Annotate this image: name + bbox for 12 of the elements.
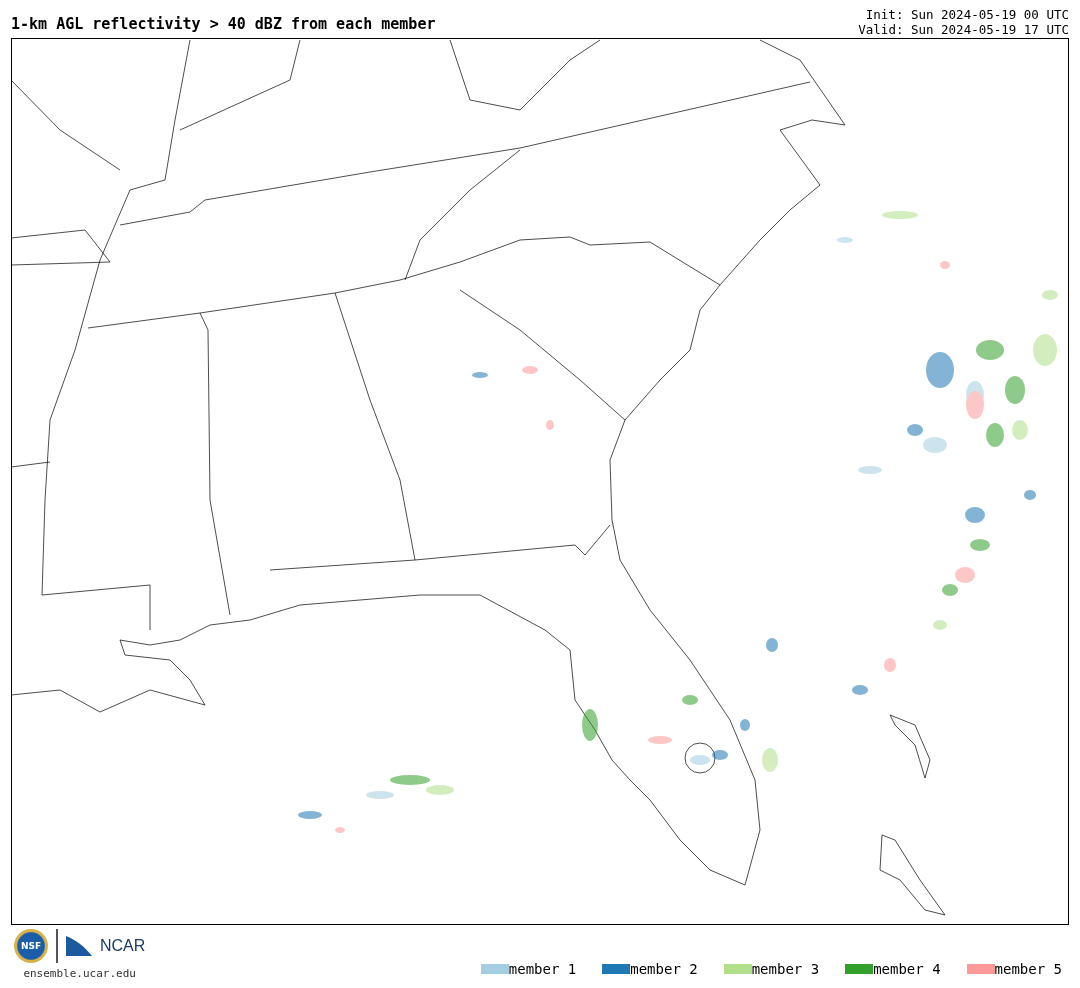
wave-logo-icon bbox=[66, 936, 92, 956]
seal-logo: NSF bbox=[14, 929, 48, 963]
legend-label: member 5 bbox=[994, 961, 1062, 977]
website-url: ensemble.ucar.edu bbox=[23, 967, 136, 980]
init-time: Init: Sun 2024-05-19 00 UTC bbox=[865, 7, 1069, 22]
legend-label: member 1 bbox=[508, 961, 577, 977]
valid-time: Valid: Sun 2024-05-19 17 UTC bbox=[858, 22, 1069, 37]
legend-label: member 4 bbox=[873, 961, 941, 977]
legend-label: member 2 bbox=[630, 961, 698, 977]
legend-label: member 3 bbox=[751, 961, 820, 977]
org-logo-text: NCAR bbox=[100, 937, 146, 955]
plot-title: 1-km AGL reflectivity > 40 dBZ from each member bbox=[11, 15, 436, 35]
